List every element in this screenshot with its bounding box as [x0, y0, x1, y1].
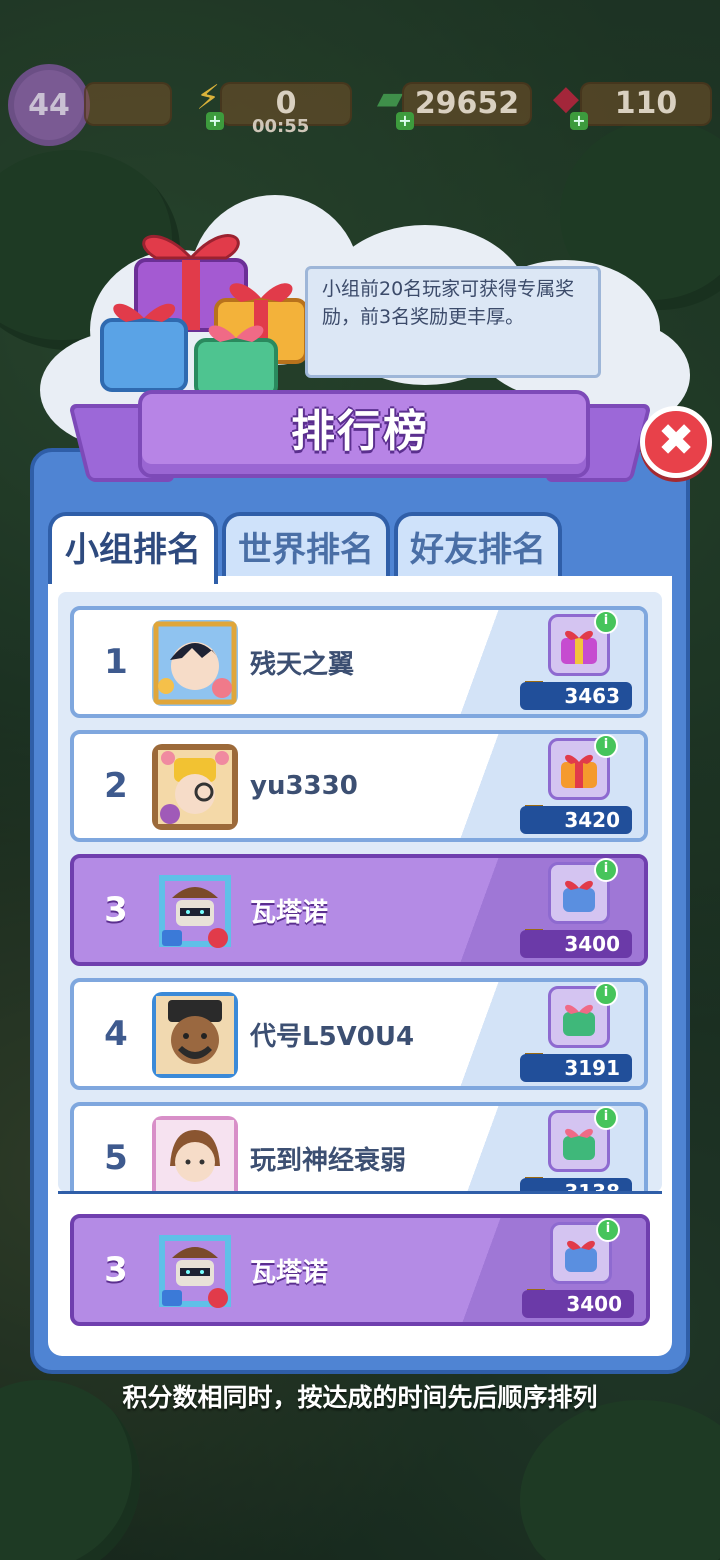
gift-icon	[563, 1128, 595, 1160]
player-score: 3400	[522, 1290, 634, 1318]
cash-value: 29652	[414, 86, 520, 121]
player-name: yu3330	[250, 771, 358, 801]
gem-value: 110	[614, 86, 678, 121]
add-energy-icon[interactable]: +	[206, 112, 224, 130]
close-icon: ✖	[657, 415, 695, 466]
player-avatar[interactable]	[152, 868, 238, 954]
ranking-row-3[interactable]: 3 瓦塔诺 i 3400	[70, 854, 648, 966]
player-avatar[interactable]	[152, 992, 238, 1078]
add-cash-icon[interactable]: +	[396, 112, 414, 130]
tab-world-ranking[interactable]: 世界排名	[222, 512, 390, 580]
level-badge[interactable]: 44	[14, 70, 84, 140]
close-button[interactable]: ✖	[640, 406, 712, 478]
cash-counter[interactable]: 29652	[402, 82, 532, 126]
info-icon[interactable]: i	[596, 1218, 620, 1242]
ranking-row-2[interactable]: 2 yu3330 i 3420	[70, 730, 648, 842]
info-icon[interactable]: i	[594, 734, 618, 758]
tab-label: 小组排名	[65, 530, 201, 570]
top-hud: 44 ⚡ 0 + 00:55 ▰ 29652 + ◆ 110 +	[0, 70, 720, 140]
xp-bar	[84, 82, 172, 126]
player-avatar[interactable]	[152, 620, 238, 706]
title-ribbon: 排行榜	[68, 384, 652, 488]
add-gem-icon[interactable]: +	[570, 112, 588, 130]
player-name: 瓦塔诺	[250, 897, 329, 928]
gift-icon	[561, 754, 597, 788]
player-score: 3191	[520, 1054, 632, 1082]
tab-label: 世界排名	[238, 530, 374, 570]
player-name: 残天之翼	[250, 649, 355, 680]
info-icon[interactable]: i	[594, 1106, 618, 1130]
info-icon[interactable]: i	[594, 982, 618, 1006]
player-name: 代号L5V0U4	[250, 1021, 415, 1052]
gift-pile-icon	[100, 234, 308, 398]
rank-number: 2	[104, 766, 128, 806]
player-score: 3420	[520, 806, 632, 834]
info-icon[interactable]: i	[594, 858, 618, 882]
player-avatar[interactable]	[152, 1116, 238, 1192]
tab-friend-ranking[interactable]: 好友排名	[394, 512, 562, 580]
level-value: 44	[28, 87, 70, 123]
player-score: 3400	[520, 930, 632, 958]
gift-icon	[561, 630, 597, 664]
ranking-row-4[interactable]: 4 代号L5V0U4 i 3191	[70, 978, 648, 1090]
rank-number: 4	[104, 1014, 128, 1054]
gem-counter[interactable]: 110	[580, 82, 712, 126]
tab-group-ranking[interactable]: 小组排名	[48, 512, 218, 584]
rank-number: 1	[104, 642, 128, 682]
gift-icon	[563, 880, 595, 912]
energy-timer: 00:55	[252, 116, 310, 137]
player-avatar[interactable]	[152, 744, 238, 830]
list-divider	[58, 1191, 662, 1194]
ranking-row-1[interactable]: 1 残天之翼 i 3463	[70, 606, 648, 718]
player-score: 3463	[520, 682, 632, 710]
reward-tooltip-text: 小组前20名玩家可获得专属奖励，前3名奖励更丰厚。	[322, 278, 575, 328]
rank-number: 3	[104, 890, 128, 930]
rank-number: 3	[104, 1250, 128, 1290]
ranking-row-5[interactable]: 5 玩到神经衰弱 i 3138	[70, 1102, 648, 1192]
gift-icon	[565, 1240, 597, 1272]
player-score: 3138	[520, 1178, 632, 1192]
gift-icon	[563, 1004, 595, 1036]
panel-title: 排行榜	[291, 406, 429, 457]
my-ranking-row[interactable]: 3 瓦塔诺 i 3400	[70, 1214, 650, 1326]
player-avatar[interactable]	[152, 1228, 238, 1314]
player-name: 瓦塔诺	[250, 1257, 329, 1288]
tab-label: 好友排名	[410, 530, 546, 570]
tie-break-note: 积分数相同时，按达成的时间先后顺序排列	[122, 1383, 598, 1412]
rank-number: 5	[104, 1138, 128, 1178]
info-icon[interactable]: i	[594, 610, 618, 634]
ranking-list[interactable]: 1 残天之翼 i 3463 2 yu3330 i 3420 3 瓦塔诺 i 34…	[58, 592, 662, 1192]
reward-tooltip: 小组前20名玩家可获得专属奖励，前3名奖励更丰厚。	[305, 266, 601, 378]
player-name: 玩到神经衰弱	[250, 1145, 407, 1176]
